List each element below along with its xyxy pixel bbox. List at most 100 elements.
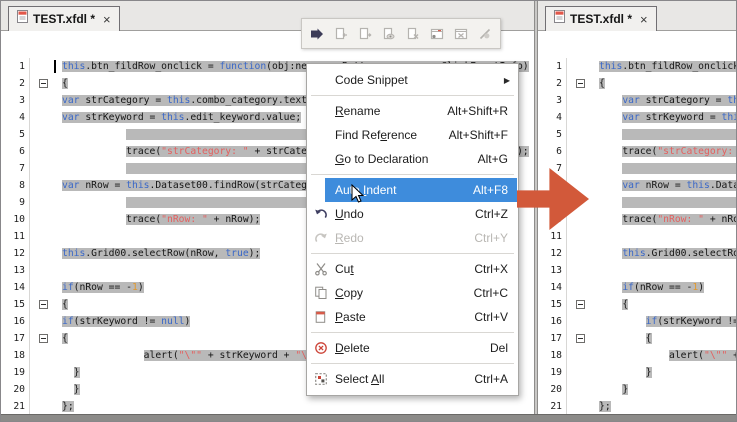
fold-gutter: [567, 347, 594, 364]
code-line[interactable]: 4 var strKeyword = this.edit_keyword.val…: [538, 109, 736, 126]
menu-separator: [311, 174, 514, 175]
menu-item-label: Delete: [335, 341, 370, 355]
menu-item-delete[interactable]: DeleteDel: [308, 336, 517, 360]
fold-collapse-icon[interactable]: [576, 334, 585, 343]
code-line[interactable]: 19 }: [538, 364, 736, 381]
selected-text: };: [599, 401, 611, 412]
fold-gutter: [30, 296, 57, 313]
menu-item-cut[interactable]: CutCtrl+X: [308, 257, 517, 281]
selected-text: this.Grid00.selectRow(nRow, true);: [62, 248, 260, 259]
menu-item-copy[interactable]: CopyCtrl+C: [308, 281, 517, 305]
selected-text: [622, 129, 736, 140]
selected-text: if(nRow == -1): [622, 282, 704, 293]
code-line[interactable]: 21};: [1, 398, 534, 414]
fold-gutter: [567, 75, 594, 92]
line-number: 11: [1, 228, 30, 245]
tab-test-xfdl-right[interactable]: TEST.xfdl * ×: [545, 6, 657, 31]
fold-gutter: [567, 109, 594, 126]
code-line[interactable]: 2{: [538, 75, 736, 92]
line-number: 19: [1, 364, 30, 381]
text-caret: [54, 60, 56, 73]
menu-item-label: Go to Declaration: [335, 152, 428, 166]
menu-item-go-to-declaration[interactable]: Go to DeclarationAlt+G: [308, 147, 517, 171]
code-line[interactable]: 5: [538, 126, 736, 143]
fold-collapse-icon[interactable]: [39, 300, 48, 309]
delete-doc-icon: [402, 21, 424, 46]
selected-text: }: [74, 367, 80, 378]
fold-gutter: [567, 364, 594, 381]
selected-text: var strKeyword = this.edit_keyword.value…: [622, 112, 736, 123]
code-text: trace("strCategory: " + strCategory + ",…: [594, 143, 736, 160]
menu-item-shortcut: Ctrl+Y: [474, 231, 517, 245]
line-number: 11: [538, 228, 567, 245]
line-number: 10: [1, 211, 30, 228]
fold-gutter: [30, 364, 57, 381]
menu-item-label: Auto Indent: [335, 183, 396, 197]
line-number: 4: [538, 109, 567, 126]
tab-test-xfdl-left[interactable]: TEST.xfdl * ×: [8, 6, 120, 31]
line-number: 14: [538, 279, 567, 296]
selected-text: };: [62, 401, 74, 412]
tab-close-icon[interactable]: ×: [103, 13, 111, 26]
code-text: trace("nRow: " + nRow);: [594, 211, 736, 228]
context-menu: Code Snippet▶ RenameAlt+Shift+RFind Refer…: [306, 63, 519, 396]
import-doc-icon: [330, 21, 352, 46]
line-number: 6: [538, 143, 567, 160]
code-line[interactable]: 17 {: [538, 330, 736, 347]
selected-text: [622, 163, 736, 174]
line-number: 21: [538, 398, 567, 414]
code-line[interactable]: 15 {: [538, 296, 736, 313]
fold-gutter: [30, 92, 57, 109]
fold-gutter: [567, 398, 594, 414]
selected-text: {: [62, 333, 68, 344]
menu-separator: [311, 332, 514, 333]
line-number: 5: [538, 126, 567, 143]
code-text: [594, 262, 736, 279]
selected-text: if(strKeyword != null): [62, 316, 190, 327]
code-line[interactable]: 13: [538, 262, 736, 279]
paste-icon: [313, 310, 329, 324]
selected-text: this.btn_fildRow_onclick = function(obj:…: [599, 61, 736, 72]
menu-item-rename[interactable]: RenameAlt+Shift+R: [308, 99, 517, 123]
fold-gutter: [567, 296, 594, 313]
code-line[interactable]: 11: [538, 228, 736, 245]
line-number: 13: [1, 262, 30, 279]
code-editor-right[interactable]: 1this.btn_fildRow_onclick = function(obj…: [538, 31, 736, 414]
line-number: 6: [1, 143, 30, 160]
code-line[interactable]: 18 alert("\"" + strKeyword + "\" not fou…: [538, 347, 736, 364]
menu-item-code-snippet[interactable]: Code Snippet▶: [308, 68, 517, 92]
fold-collapse-icon[interactable]: [39, 334, 48, 343]
menu-item-undo[interactable]: UndoCtrl+Z: [308, 202, 517, 226]
cut-icon: [313, 262, 329, 276]
code-line[interactable]: 1this.btn_fildRow_onclick = function(obj…: [538, 58, 736, 75]
goto-icon[interactable]: [306, 21, 328, 46]
fold-collapse-icon[interactable]: [39, 79, 48, 88]
line-number: 15: [1, 296, 30, 313]
code-line[interactable]: 21};: [538, 398, 736, 414]
fold-collapse-icon[interactable]: [576, 79, 585, 88]
code-text: [594, 126, 736, 143]
tab-close-icon[interactable]: ×: [640, 13, 648, 26]
code-line[interactable]: 14 if(nRow == -1): [538, 279, 736, 296]
menu-item-label: Copy: [335, 286, 363, 300]
code-line[interactable]: 12 this.Grid00.selectRow(nRow, true);: [538, 245, 736, 262]
code-text: };: [57, 398, 534, 414]
fold-collapse-icon[interactable]: [576, 300, 585, 309]
code-line[interactable]: 7: [538, 160, 736, 177]
line-number: 12: [1, 245, 30, 262]
menu-item-paste[interactable]: PasteCtrl+V: [308, 305, 517, 329]
selected-text: trace("nRow: " + nRow);: [126, 214, 260, 225]
delete-icon: [313, 341, 329, 355]
code-text: alert("\"" + strKeyword + "\" not found"…: [594, 347, 736, 364]
line-number: 7: [1, 160, 30, 177]
code-line[interactable]: 3 var strCategory = this.combo_category.…: [538, 92, 736, 109]
selected-text: {: [62, 299, 68, 310]
fold-gutter: [567, 313, 594, 330]
code-line[interactable]: 16 if(strKeyword != null): [538, 313, 736, 330]
menu-item-find-reference[interactable]: Find ReferenceAlt+Shift+F: [308, 123, 517, 147]
menu-item-select-all[interactable]: Select AllCtrl+A: [308, 367, 517, 391]
fold-gutter: [30, 143, 57, 160]
code-line[interactable]: 6 trace("strCategory: " + strCategory + …: [538, 143, 736, 160]
code-text: this.Grid00.selectRow(nRow, true);: [594, 245, 736, 262]
code-line[interactable]: 20 }: [538, 381, 736, 398]
